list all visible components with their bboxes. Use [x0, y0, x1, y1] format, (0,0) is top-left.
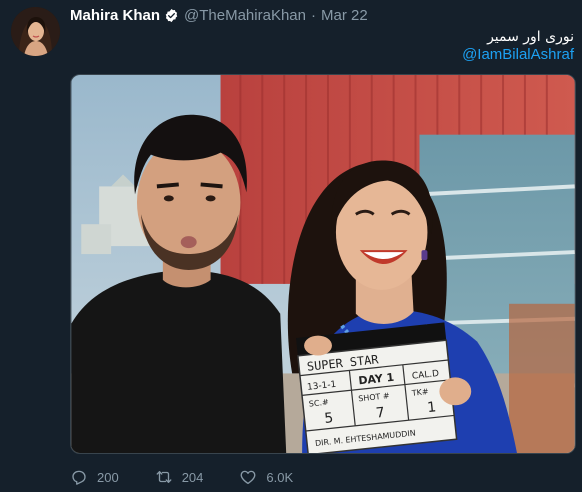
reply-button[interactable]: 200	[70, 468, 119, 486]
tweet-header: Mahira Khan @TheMahiraKhan · Mar 22	[70, 6, 368, 24]
avatar-image	[11, 7, 60, 56]
tweet-text: نوری اور سمیر	[487, 29, 574, 45]
reply-icon	[72, 470, 86, 485]
avatar[interactable]	[11, 7, 60, 56]
verified-badge-icon	[164, 8, 179, 23]
retweet-icon	[156, 471, 172, 483]
clapper-scene-value: 5	[324, 410, 334, 427]
tweet-actions: 200 204 6.0K	[70, 467, 329, 487]
selfie-photo: SUPER STAR 13-1-1 DAY 1 CAL.D SC.# 5 SHO…	[71, 75, 575, 453]
like-count: 6.0K	[266, 469, 294, 485]
clapper-shot-value: 7	[375, 405, 385, 422]
heart-icon	[240, 470, 256, 485]
tweet-photo[interactable]: SUPER STAR 13-1-1 DAY 1 CAL.D SC.# 5 SHO…	[70, 74, 576, 454]
display-name[interactable]: Mahira Khan	[70, 7, 160, 24]
tweet-date[interactable]: Mar 22	[321, 7, 368, 24]
retweet-button[interactable]: 204	[155, 468, 204, 486]
like-button[interactable]: 6.0K	[239, 468, 293, 486]
user-handle[interactable]: @TheMahiraKhan	[184, 7, 306, 24]
tweet[interactable]: Mahira Khan @TheMahiraKhan · Mar 22 نوری…	[0, 0, 582, 492]
mention-link[interactable]: @IamBilalAshraf	[462, 46, 574, 63]
clapper-take-value: 1	[427, 399, 437, 416]
separator-dot: ·	[310, 6, 316, 24]
clapper-take-label: TK#	[410, 387, 429, 398]
retweet-count: 204	[181, 469, 204, 485]
reply-count: 200	[97, 469, 119, 485]
